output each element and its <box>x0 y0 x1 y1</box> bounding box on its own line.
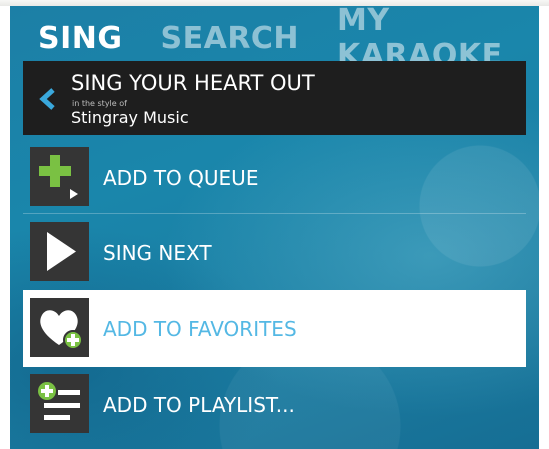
divider <box>23 213 526 214</box>
style-of-label: in the style of <box>72 99 127 108</box>
add-to-favorites-label: ADD TO FAVORITES <box>103 317 297 341</box>
sing-next-label: SING NEXT <box>103 241 212 265</box>
song-title: SING YOUR HEART OUT <box>71 71 315 95</box>
tab-search[interactable]: SEARCH <box>161 21 300 56</box>
song-header[interactable]: SING YOUR HEART OUT in the style of Stin… <box>23 61 526 135</box>
add-to-queue-label: ADD TO QUEUE <box>103 166 259 190</box>
karaoke-app: SING SEARCH MY KARAOKE SING YOUR HEART O… <box>10 6 539 449</box>
playlist-add-icon <box>30 374 89 433</box>
main-tabs: SING SEARCH MY KARAOKE <box>38 6 539 73</box>
back-chevron-icon[interactable] <box>37 87 59 111</box>
play-icon <box>30 222 89 281</box>
heart-add-icon <box>30 298 89 357</box>
add-to-playlist-button[interactable]: ADD TO PLAYLIST... <box>23 369 526 441</box>
artist-name: Stingray Music <box>71 108 189 127</box>
add-to-favorites-button[interactable]: ADD TO FAVORITES <box>23 290 526 367</box>
add-to-queue-icon <box>30 147 89 206</box>
add-to-playlist-label: ADD TO PLAYLIST... <box>103 393 295 417</box>
tab-sing[interactable]: SING <box>38 21 123 56</box>
add-to-queue-button[interactable]: ADD TO QUEUE <box>23 142 526 214</box>
sing-next-button[interactable]: SING NEXT <box>23 217 526 289</box>
